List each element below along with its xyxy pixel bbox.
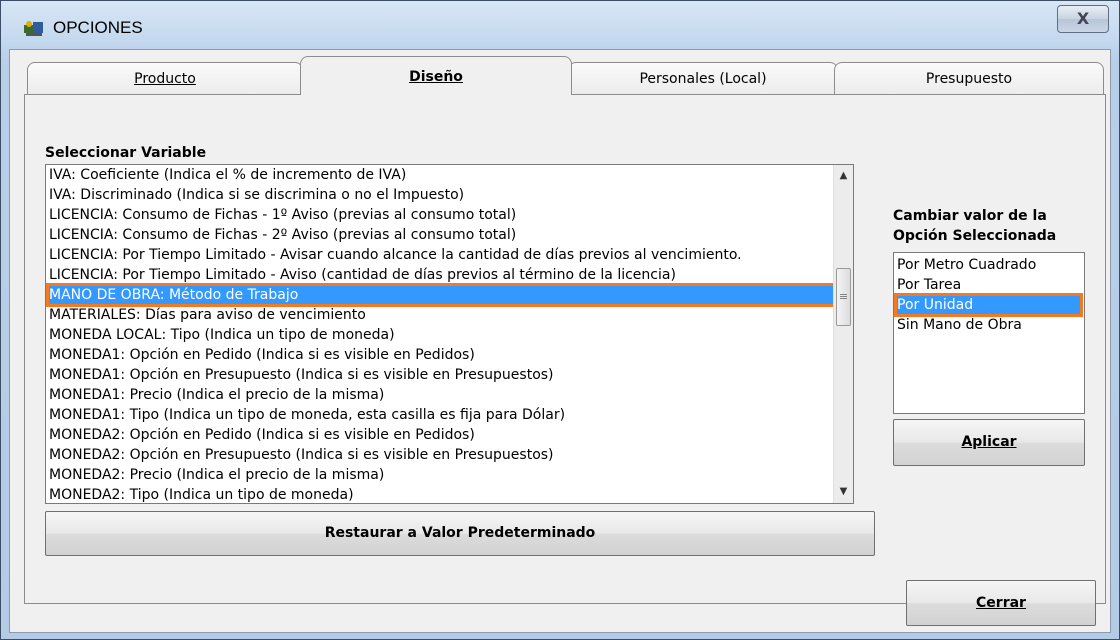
list-item[interactable]: MATERIALES: Días para aviso de vencimien… [48,305,366,325]
tab-label: Personales (Local) [639,71,767,87]
list-item[interactable]: MONEDA1: Tipo (Indica un tipo de moneda,… [48,405,565,425]
restore-default-label: Restaurar a Valor Predeterminado [324,525,596,541]
close-icon: X [1076,9,1090,28]
tab-strip: Producto Diseño Personales (Local) Presu… [10,50,1110,95]
list-item[interactable]: IVA: Coeficiente (Indica el % de increme… [48,165,406,185]
tab-presupuesto[interactable]: Presupuesto [834,62,1104,94]
list-item[interactable]: LICENCIA: Consumo de Fichas - 2º Aviso (… [48,225,516,245]
variable-listbox[interactable]: IVA: Coeficiente (Indica el % de increme… [45,164,854,504]
scroll-up-arrow-icon[interactable]: ▲ [834,167,853,185]
tab-producto[interactable]: Producto [27,62,303,94]
list-item[interactable]: MONEDA1: Opción en Presupuesto (Indica s… [48,365,554,385]
list-item[interactable]: MONEDA LOCAL: Tipo (Indica un tipo de mo… [48,325,395,345]
app-icon [23,19,45,37]
list-item[interactable]: MONEDA2: Opción en Pedido (Indica si es … [48,425,475,445]
title-bar[interactable]: OPCIONES X [1,1,1119,49]
tab-panel-diseno: Seleccionar Variable IVA: Coeficiente (I… [24,94,1106,604]
dialog-client-area: Producto Diseño Personales (Local) Presu… [9,49,1111,633]
apply-button[interactable]: Aplicar [893,419,1085,466]
variable-list-scrollbar[interactable]: ▲ ≡ ▼ [833,165,853,503]
tab-label: Producto [134,71,196,87]
list-item[interactable]: Por Tarea [896,275,961,295]
tab-label: Diseño [409,69,463,85]
list-item[interactable]: MONEDA2: Tipo (Indica un tipo de moneda) [48,485,354,503]
list-item[interactable]: LICENCIA: Por Tiempo Limitado - Aviso (c… [48,265,676,285]
scroll-down-arrow-icon[interactable]: ▼ [834,483,853,501]
scroll-thumb[interactable]: ≡ [836,268,851,326]
options-window: OPCIONES X Producto Diseño Personales (L… [0,0,1120,640]
list-item[interactable]: Sin Mano de Obra [896,315,1022,335]
tab-diseno[interactable]: Diseño [300,56,572,95]
list-item-selected[interactable]: Por Unidad [894,293,1083,317]
close-window-button[interactable]: X [1057,5,1109,33]
tab-personales-local[interactable]: Personales (Local) [568,62,838,94]
list-item[interactable]: MONEDA2: Opción en Presupuesto (Indica s… [48,445,554,465]
change-value-heading-line1: Cambiar valor de la [893,208,1047,224]
change-value-heading-line2: Opción Seleccionada [893,228,1057,244]
select-variable-heading: Seleccionar Variable [45,145,207,161]
apply-label: Aplicar [961,434,1017,450]
list-item[interactable]: MONEDA1: Opción en Pedido (Indica si es … [48,345,475,365]
close-button[interactable]: Cerrar [906,580,1096,626]
list-item[interactable]: MONEDA2: Precio (Indica el precio de la … [48,465,384,485]
list-item[interactable]: MONEDA1: Precio (Indica el precio de la … [48,385,384,405]
restore-default-button[interactable]: Restaurar a Valor Predeterminado [45,511,875,556]
list-item[interactable]: Por Metro Cuadrado [896,255,1036,275]
close-label: Cerrar [976,595,1026,611]
list-item[interactable]: LICENCIA: Consumo de Fichas - 1º Aviso (… [48,205,516,225]
tab-label: Presupuesto [925,71,1013,87]
window-title: OPCIONES [53,18,143,37]
list-item[interactable]: IVA: Discriminado (Indica si se discrimi… [48,185,464,205]
change-value-heading: Cambiar valor de la Opción Seleccionada [893,206,1056,246]
list-item[interactable]: LICENCIA: Por Tiempo Limitado - Avisar c… [48,245,742,265]
option-value-listbox[interactable]: Por Metro Cuadrado Por Tarea Por Unidad … [893,252,1085,414]
list-item-selected[interactable]: MANO DE OBRA: Método de Trabajo [46,283,853,307]
